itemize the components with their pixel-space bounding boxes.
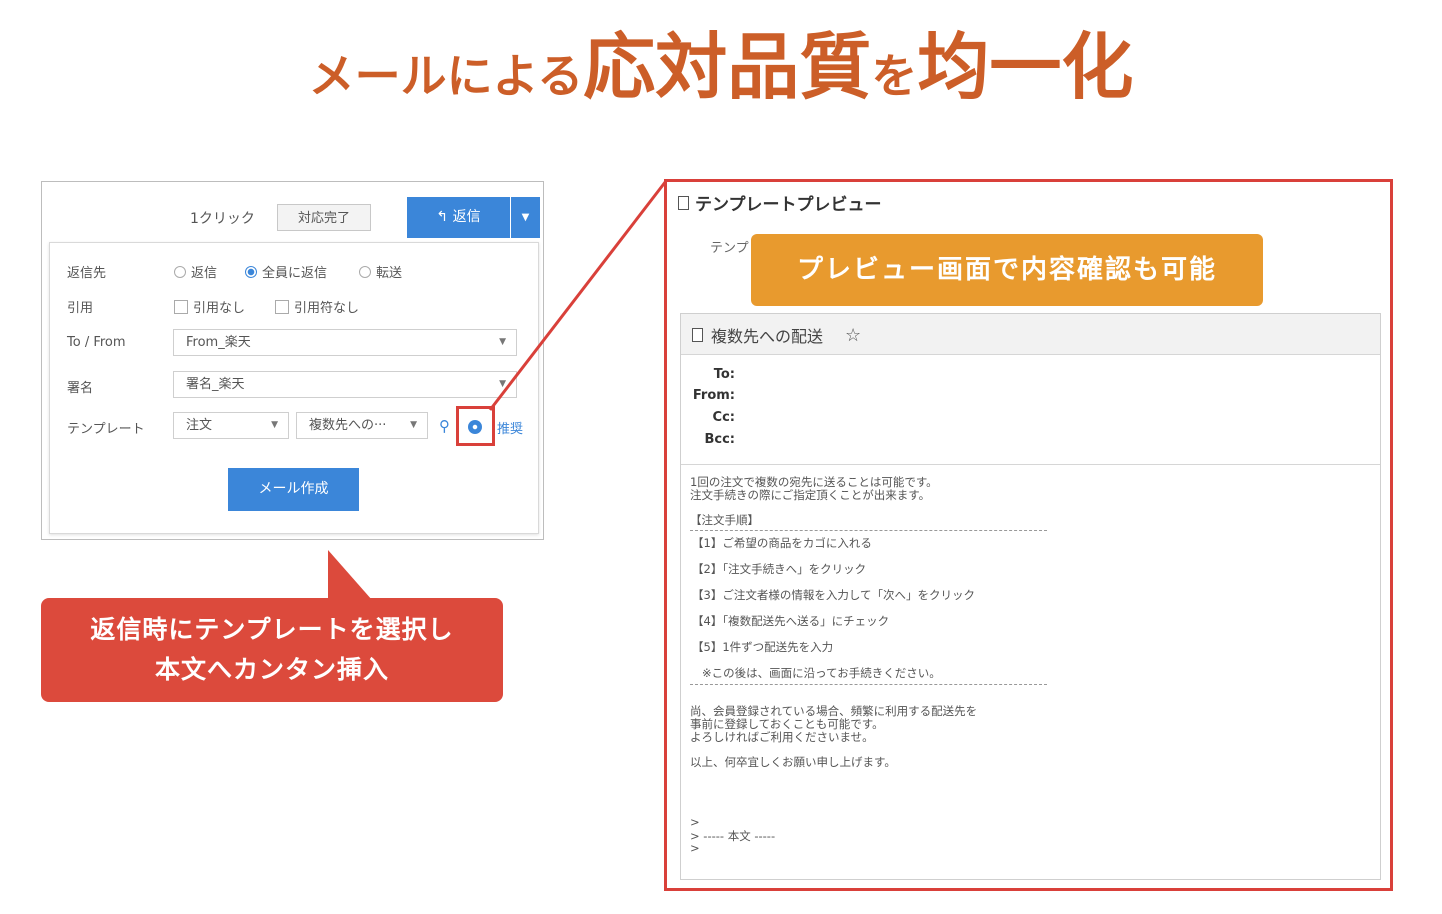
star-icon[interactable]: ☆ (845, 325, 861, 346)
body-quote-3: > (690, 841, 700, 855)
mail-subject: 複数先への配送 ☆ (692, 323, 861, 347)
body-note: ※この後は、画面に沿ってお手続きください。 (702, 666, 941, 680)
header-divider (681, 464, 1380, 465)
body-step-5: 【5】1件ずつ配送先を入力 (692, 640, 834, 654)
body-step-1: 【1】ご希望の商品をカゴに入れる (692, 536, 872, 550)
template-label-partial: テンプ (710, 241, 749, 256)
body-step-2: 【2】「注文手続きへ」をクリック (692, 562, 867, 576)
body-steps-title: 【注文手順】 (690, 513, 759, 527)
header-bcc: Bcc: (704, 432, 735, 447)
document-icon (678, 195, 689, 210)
mail-subject-text: 複数先への配送 (711, 327, 824, 346)
preview-callout: プレビュー画面で内容確認も可能 (751, 234, 1263, 306)
header-cc: Cc: (712, 410, 735, 425)
header-from: From: (692, 388, 735, 403)
body-step-4: 【4】「複数配送先へ送る」にチェック (692, 614, 890, 628)
template-insert-callout: 返信時にテンプレートを選択し 本文へカンタン挿入 (41, 598, 503, 702)
preview-title-text: テンプレートプレビュー (695, 195, 882, 215)
dashed-divider (690, 530, 1047, 531)
preview-title: テンプレートプレビュー (678, 190, 882, 215)
body-quote-1: > (690, 815, 700, 829)
body-step-3: 【3】ご注文者様の情報を入力して「次へ」をクリック (692, 588, 975, 602)
body-extra-3: よろしければご利用くださいませ。 (690, 730, 874, 744)
body-quote-2: > ----- 本文 ----- (690, 829, 776, 843)
callout-line-2: 本文へカンタン挿入 (154, 655, 389, 684)
callout-line-1: 返信時にテンプレートを選択し (90, 615, 454, 644)
dashed-divider (690, 684, 1047, 685)
document-icon (692, 328, 703, 342)
header-to: To: (713, 367, 735, 382)
body-intro-2: 注文手続きの際にご指定頂くことが出来ます。 (690, 488, 931, 502)
body-closing: 以上、何卒宜しくお願い申し上げます。 (690, 755, 896, 769)
